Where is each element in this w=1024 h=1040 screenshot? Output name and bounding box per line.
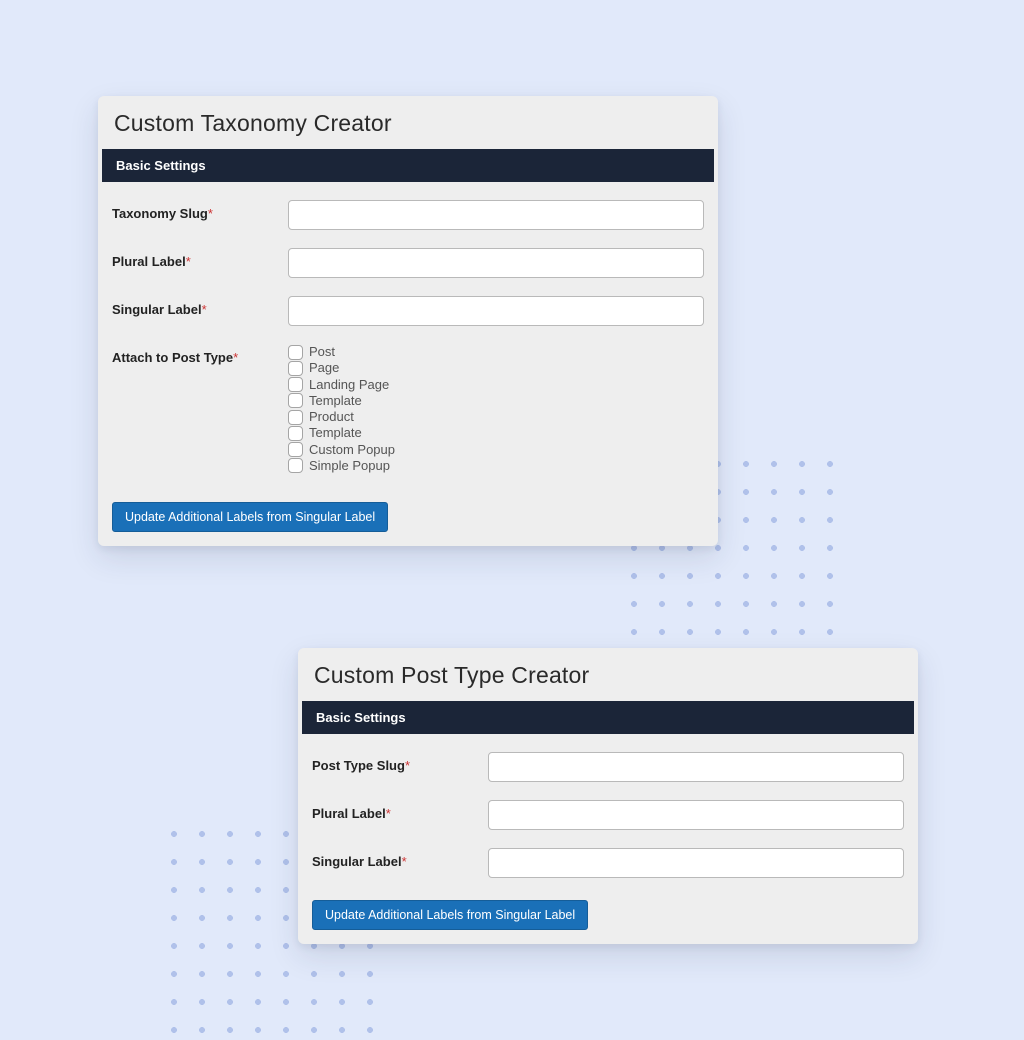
checkbox-row[interactable]: Post	[288, 344, 395, 360]
singular-label-input[interactable]	[488, 848, 904, 878]
update-labels-button[interactable]: Update Additional Labels from Singular L…	[312, 900, 588, 930]
post-type-slug-input[interactable]	[488, 752, 904, 782]
section-header-basic: Basic Settings	[302, 701, 914, 734]
checkbox-icon	[288, 426, 303, 441]
row-post-type-slug: Post Type Slug*	[312, 752, 904, 782]
checkbox-row[interactable]: Landing Page	[288, 377, 395, 393]
checkbox-icon	[288, 361, 303, 376]
checkbox-icon	[288, 345, 303, 360]
panel-title: Custom Post Type Creator	[298, 648, 918, 701]
checkbox-row[interactable]: Custom Popup	[288, 442, 395, 458]
label-singular-label: Singular Label*	[112, 296, 288, 317]
row-attach-post-type: Attach to Post Type* Post Page Landing P…	[112, 344, 704, 474]
update-labels-button[interactable]: Update Additional Labels from Singular L…	[112, 502, 388, 532]
plural-label-input[interactable]	[288, 248, 704, 278]
panel-title: Custom Taxonomy Creator	[98, 96, 718, 149]
button-row: Update Additional Labels from Singular L…	[298, 900, 918, 944]
taxonomy-slug-input[interactable]	[288, 200, 704, 230]
row-plural-label: Plural Label*	[312, 800, 904, 830]
form-body: Post Type Slug* Plural Label* Singular L…	[298, 734, 918, 900]
post-type-checklist: Post Page Landing Page Template Product …	[288, 344, 395, 474]
label-plural-label: Plural Label*	[312, 800, 488, 821]
row-singular-label: Singular Label*	[112, 296, 704, 326]
label-attach-post-type: Attach to Post Type*	[112, 344, 288, 365]
checkbox-icon	[288, 458, 303, 473]
taxonomy-creator-panel: Custom Taxonomy Creator Basic Settings T…	[98, 96, 718, 546]
label-singular-label: Singular Label*	[312, 848, 488, 869]
checkbox-row[interactable]: Template	[288, 425, 395, 441]
checkbox-icon	[288, 410, 303, 425]
plural-label-input[interactable]	[488, 800, 904, 830]
checkbox-icon	[288, 393, 303, 408]
row-taxonomy-slug: Taxonomy Slug*	[112, 200, 704, 230]
form-body: Taxonomy Slug* Plural Label* Singular La…	[98, 182, 718, 502]
post-type-creator-panel: Custom Post Type Creator Basic Settings …	[298, 648, 918, 944]
checkbox-row[interactable]: Product	[288, 409, 395, 425]
checkbox-row[interactable]: Page	[288, 360, 395, 376]
label-taxonomy-slug: Taxonomy Slug*	[112, 200, 288, 221]
checkbox-row[interactable]: Simple Popup	[288, 458, 395, 474]
label-plural-label: Plural Label*	[112, 248, 288, 269]
section-header-basic: Basic Settings	[102, 149, 714, 182]
checkbox-icon	[288, 377, 303, 392]
button-row: Update Additional Labels from Singular L…	[98, 502, 718, 546]
row-plural-label: Plural Label*	[112, 248, 704, 278]
checkbox-row[interactable]: Template	[288, 393, 395, 409]
checkbox-icon	[288, 442, 303, 457]
label-post-type-slug: Post Type Slug*	[312, 752, 488, 773]
singular-label-input[interactable]	[288, 296, 704, 326]
row-singular-label: Singular Label*	[312, 848, 904, 878]
